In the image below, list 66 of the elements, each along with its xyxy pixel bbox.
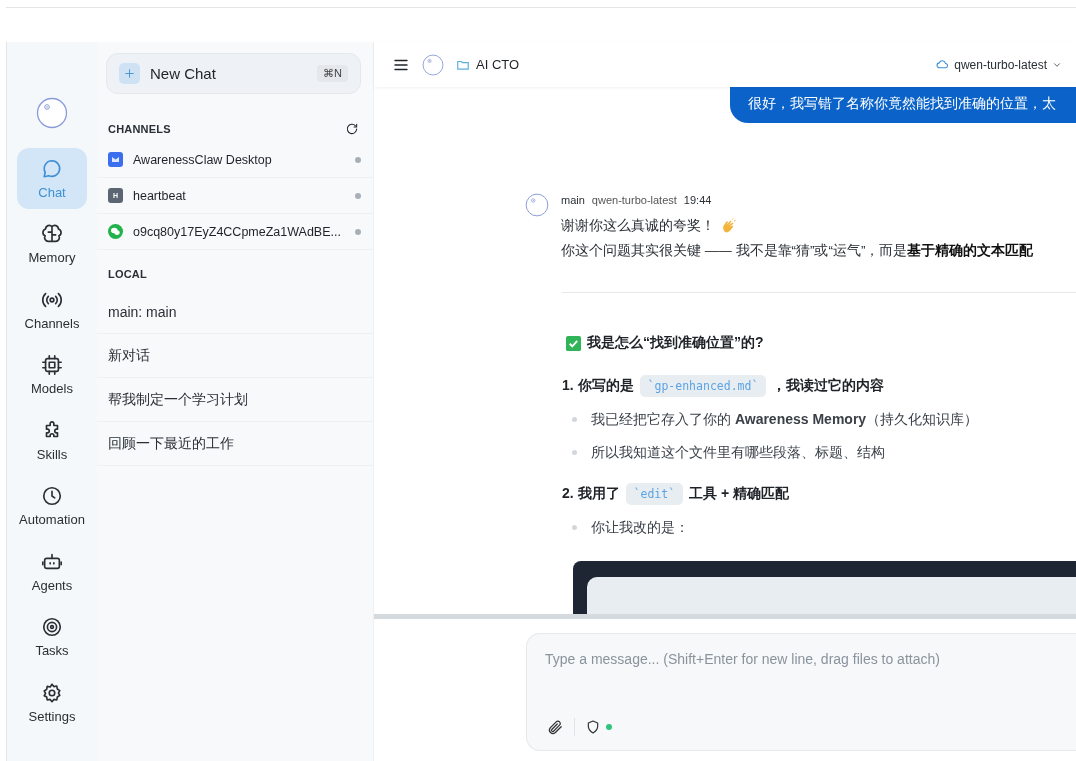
bullet-icon [572, 525, 577, 530]
nav-item[interactable]: Skills [17, 410, 87, 471]
conversation-item[interactable]: 帮我制定一个学习计划 [97, 378, 373, 422]
message-text: 谢谢你这么真诚的夸奖！ [561, 217, 715, 235]
clock-icon [41, 485, 63, 507]
list-item: 你让我改的是： [591, 518, 689, 537]
nav-item[interactable]: Agents [17, 541, 87, 602]
inline-code: `edit` [625, 483, 684, 505]
avatar-icon [525, 193, 549, 217]
bullet-icon [572, 417, 577, 422]
conversation-item[interactable]: 回顾一下最近的工作 [97, 422, 373, 466]
section-title: LOCAL [108, 268, 147, 280]
inline-code: `gp-enhanced.md` [639, 375, 767, 397]
status-dot [606, 724, 612, 730]
model-name: qwen-turbo-latest [591, 194, 677, 206]
status-dot [355, 156, 361, 163]
conversation-item[interactable]: main: main [97, 290, 373, 334]
app-icon [108, 152, 123, 167]
status-dot [355, 228, 361, 235]
list-heading: 工具 + 精确匹配 [689, 485, 790, 503]
new-chat-button[interactable]: New Chat ⌘N [106, 53, 361, 94]
message-input[interactable]: Type a message... (Shift+Enter for new line, drag files to attach) [527, 634, 1076, 684]
nav-item[interactable]: Channels [17, 279, 87, 340]
status-dot [355, 192, 361, 199]
conversation-item[interactable]: 新对话 [97, 334, 373, 378]
cloud-icon [936, 58, 950, 71]
list-heading: 2. 我用了 [562, 485, 620, 503]
avatar-icon [36, 97, 68, 129]
nav-item[interactable]: Tasks [17, 606, 87, 668]
composer-field[interactable]: Type a message... (Shift+Enter for new line, drag files to attach) [526, 633, 1076, 751]
section-heading: 我是怎么“找到准确位置”的? [587, 334, 764, 352]
model-selector[interactable]: qwen-turbo-latest [936, 57, 1062, 72]
clapping-hands-icon [721, 217, 737, 234]
channel-item[interactable]: AwarenessClaw Desktop [97, 142, 373, 178]
chip-icon [41, 354, 63, 376]
paperclip-icon [547, 718, 564, 736]
avatar-icon [422, 53, 444, 76]
chat-title: AI CTO [476, 57, 520, 72]
list-heading: ，我读过它的内容 [772, 377, 885, 395]
nav-item[interactable]: Memory [17, 213, 87, 275]
shield-icon [585, 719, 601, 735]
bullet-icon [572, 450, 577, 455]
section-title: CHANNELS [108, 123, 171, 135]
target-icon [41, 616, 63, 638]
nav-item[interactable]: Settings [17, 672, 87, 733]
chat-bubble-icon [41, 157, 63, 180]
model-name: qwen-turbo-latest [954, 57, 1047, 72]
list-heading: 1. 你写的是 [562, 377, 634, 395]
message-time: 19:44 [683, 194, 712, 206]
channel-item[interactable]: o9cq80y17EyZ4CCpmeZa1WAdBE... [97, 214, 373, 250]
chat-bubbles-icon [108, 224, 123, 239]
user-message: 很好，我写错了名称你竟然能找到准确的位置，太 [730, 87, 1076, 123]
shortcut-hint: ⌘N [317, 65, 348, 82]
list-item: 所以我知道这个文件里有哪些段落、标题、结构 [591, 443, 885, 462]
list-item: 我已经把它存入了你的 Awareness Memory（持久化知识库） [591, 410, 979, 429]
nav-item[interactable]: Automation [17, 475, 87, 537]
nav-item[interactable]: Models [17, 344, 87, 406]
channel-name: o9cq80y17EyZ4CCpmeZa1WAdBE... [133, 224, 342, 239]
channel-name: AwarenessClaw Desktop [133, 152, 273, 167]
agent-name: main [561, 194, 585, 206]
brain-icon [41, 223, 63, 245]
message-text: 你这个问题其实很关键 —— 我不是靠“猜”或“运气”，而是基于精确的文本匹配 [561, 242, 1034, 260]
channel-name: heartbeat [133, 188, 187, 203]
settings-icon [41, 681, 63, 704]
check-icon [566, 335, 581, 351]
refresh-icon [345, 122, 359, 136]
